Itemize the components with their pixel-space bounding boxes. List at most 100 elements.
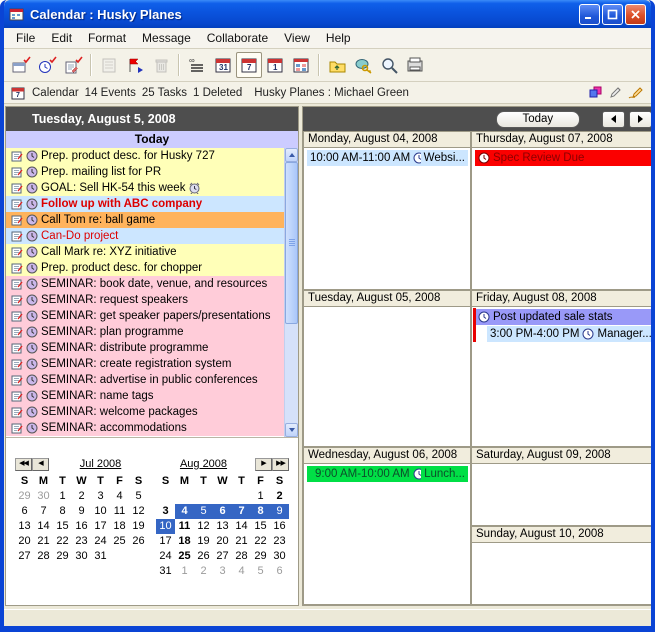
minical-day[interactable]: 16 <box>270 519 289 534</box>
minical-day[interactable]: 17 <box>91 519 110 534</box>
scroll-down-button[interactable] <box>285 423 298 437</box>
minical-day[interactable]: 12 <box>129 504 148 519</box>
minical-day[interactable]: 10 <box>91 504 110 519</box>
menu-view[interactable]: View <box>276 29 318 47</box>
new-entry-icon[interactable] <box>8 52 34 78</box>
minical-day[interactable]: 7 <box>232 504 251 519</box>
minical-day[interactable]: 17 <box>156 534 175 549</box>
task-row[interactable]: SEMINAR: distribute programme <box>6 340 284 356</box>
next-year-button[interactable]: ▶▶ <box>272 458 289 471</box>
minical-day[interactable]: 23 <box>72 534 91 549</box>
calendar-event[interactable]: 9:00 AM-10:00 AMLunch... <box>307 466 468 482</box>
minical-day[interactable]: 27 <box>213 549 232 564</box>
next-month-button[interactable]: ▶ <box>255 458 272 471</box>
minical-day[interactable]: 26 <box>129 534 148 549</box>
task-row[interactable]: SEMINAR: welcome packages <box>6 404 284 420</box>
minical-day[interactable]: 31 <box>91 549 110 564</box>
minical-day[interactable]: 30 <box>72 549 91 564</box>
minical-day[interactable]: 22 <box>251 534 270 549</box>
minical-day[interactable]: 4 <box>110 489 129 504</box>
prev-year-button[interactable]: ◀◀ <box>15 458 32 471</box>
minical-day[interactable]: 13 <box>213 519 232 534</box>
minical-day[interactable]: 20 <box>213 534 232 549</box>
minical-day[interactable]: 11 <box>175 519 194 534</box>
print-icon[interactable] <box>402 52 428 78</box>
task-row[interactable]: SEMINAR: create registration system <box>6 356 284 372</box>
minical-day[interactable]: 29 <box>251 549 270 564</box>
minical-day[interactable]: 2 <box>194 564 213 579</box>
task-row[interactable]: GOAL: Sell HK-54 this week <box>6 180 284 196</box>
minical-day[interactable]: 5 <box>129 489 148 504</box>
calendar-event[interactable]: Spec Review Due <box>475 150 655 166</box>
calendar-event[interactable]: Post updated sale stats <box>475 309 655 325</box>
minical-day[interactable]: 8 <box>251 504 270 519</box>
task-row[interactable]: Call Tom re: ball game <box>6 212 284 228</box>
minical-day[interactable]: 18 <box>175 534 194 549</box>
task-row[interactable]: SEMINAR: accommodations <box>6 420 284 436</box>
minical-day[interactable]: 9 <box>72 504 91 519</box>
minical-day[interactable]: 19 <box>194 534 213 549</box>
maximize-button[interactable] <box>602 4 623 25</box>
scrollbar-track[interactable] <box>285 162 298 423</box>
task-row[interactable]: Prep. mailing list for PR <box>6 164 284 180</box>
month-label-jul[interactable]: Jul 2008 <box>49 458 152 470</box>
day-cell-friday[interactable]: Post updated sale stats3:00 PM-4:00 PMMa… <box>471 307 655 447</box>
task-row[interactable]: SEMINAR: plan programme <box>6 324 284 340</box>
task-row[interactable]: Can-Do project <box>6 228 284 244</box>
close-button[interactable] <box>625 4 646 25</box>
new-reminder-icon[interactable] <box>34 52 60 78</box>
task-row[interactable]: Follow up with ABC company <box>6 196 284 212</box>
month-view-icon[interactable]: 31 <box>210 52 236 78</box>
minical-day[interactable]: 3 <box>91 489 110 504</box>
minical-day[interactable]: 6 <box>270 564 289 579</box>
calendar-event[interactable]: 3:00 PM-4:00 PMManager... <box>487 326 655 342</box>
minical-day[interactable]: 2 <box>270 489 289 504</box>
day-cell-thursday[interactable]: Spec Review Due <box>471 148 655 290</box>
minical-day[interactable]: 6 <box>213 504 232 519</box>
minical-day[interactable]: 6 <box>15 504 34 519</box>
task-row[interactable]: SEMINAR: advertise in public conferences <box>6 372 284 388</box>
menu-format[interactable]: Format <box>80 29 134 47</box>
edit-pencil-icon[interactable] <box>609 86 622 99</box>
minical-day[interactable]: 10 <box>156 519 175 534</box>
minical-day[interactable]: 5 <box>194 504 213 519</box>
minical-day[interactable]: 31 <box>156 564 175 579</box>
scroll-up-button[interactable] <box>285 148 298 162</box>
minical-day[interactable]: 24 <box>156 549 175 564</box>
search-icon[interactable] <box>376 52 402 78</box>
calendar-event[interactable]: 10:00 AM-11:00 AMWebsi... <box>307 150 468 166</box>
minical-day[interactable]: 19 <box>129 519 148 534</box>
minical-day[interactable]: 2 <box>72 489 91 504</box>
minical-day[interactable]: 27 <box>15 549 34 564</box>
menu-help[interactable]: Help <box>318 29 359 47</box>
minical-day[interactable]: 29 <box>53 549 72 564</box>
minical-day[interactable]: 18 <box>110 519 129 534</box>
day-view-icon[interactable]: 1 <box>262 52 288 78</box>
minical-day[interactable]: 21 <box>232 534 251 549</box>
minical-day[interactable]: 13 <box>15 519 34 534</box>
task-list-scrollbar[interactable] <box>284 148 298 437</box>
task-row[interactable]: Call Mark re: XYZ initiative <box>6 244 284 260</box>
multi-page-view-icon[interactable] <box>288 52 314 78</box>
next-week-button[interactable] <box>629 111 652 128</box>
minical-day[interactable]: 24 <box>91 534 110 549</box>
access-key-icon[interactable] <box>350 52 376 78</box>
minical-day[interactable]: 1 <box>251 489 270 504</box>
minical-day[interactable]: 26 <box>194 549 213 564</box>
day-cell-sunday[interactable] <box>471 543 655 605</box>
minical-day[interactable]: 4 <box>175 504 194 519</box>
minical-day[interactable]: 3 <box>156 504 175 519</box>
minical-day[interactable]: 29 <box>15 489 34 504</box>
menu-message[interactable]: Message <box>134 29 199 47</box>
minical-day[interactable]: 7 <box>34 504 53 519</box>
minical-day[interactable]: 23 <box>270 534 289 549</box>
task-row[interactable]: SEMINAR: book date, venue, and resources <box>6 276 284 292</box>
minical-day[interactable]: 16 <box>72 519 91 534</box>
new-task-icon[interactable] <box>60 52 86 78</box>
minical-day[interactable]: 5 <box>251 564 270 579</box>
task-row[interactable]: Prep. product desc. for Husky 727 <box>6 148 284 164</box>
minical-day[interactable]: 14 <box>34 519 53 534</box>
task-row[interactable]: SEMINAR: name tags <box>6 388 284 404</box>
previous-week-button[interactable] <box>602 111 625 128</box>
minical-day[interactable]: 30 <box>34 489 53 504</box>
